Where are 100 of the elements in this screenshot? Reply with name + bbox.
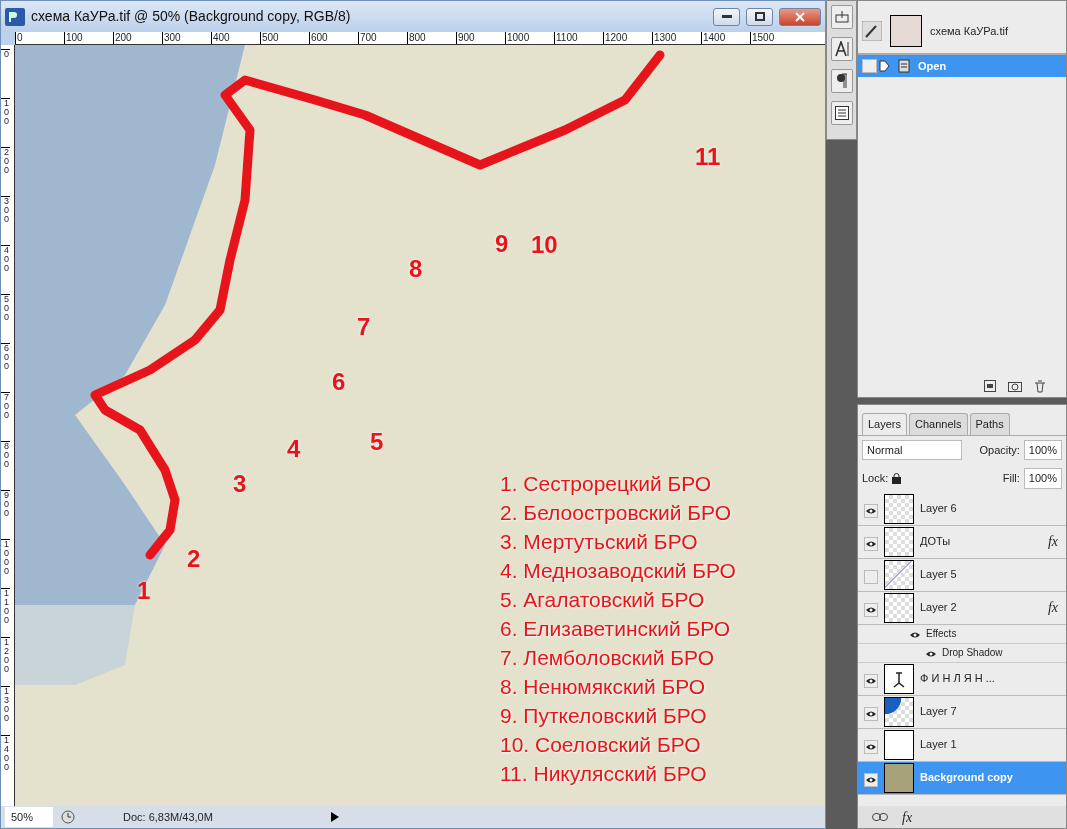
snapshot-thumbnail[interactable] <box>890 15 922 47</box>
effect-row[interactable]: Drop Shadow <box>858 643 1066 663</box>
opacity-field[interactable]: 100% <box>1023 439 1062 460</box>
snapshot-name[interactable]: схема КаУРа.tif <box>930 22 1008 40</box>
eye-icon[interactable] <box>864 671 878 686</box>
document-icon <box>898 59 912 73</box>
layer-thumbnail <box>884 729 914 760</box>
ruler-label: 100 <box>64 32 113 44</box>
ruler-label: 800 <box>1 441 10 490</box>
ruler-label: 1100 <box>554 32 603 44</box>
layer-name: Ф И Н Л Я Н ... <box>920 671 996 687</box>
ruler-label: 800 <box>407 32 456 44</box>
trash-icon[interactable] <box>1034 380 1046 393</box>
layer-name: Layer 7 <box>920 704 958 720</box>
layer-thumbnail <box>884 559 914 590</box>
legend-item: 5. Агалатовский БРО <box>500 587 706 613</box>
ruler-label: 500 <box>260 32 309 44</box>
link-icon[interactable] <box>872 813 888 821</box>
map-number-label: 1 <box>137 579 151 603</box>
effect-row[interactable]: Effects <box>858 624 1066 644</box>
ruler-label: 600 <box>1 343 10 392</box>
layer-name: ДОТы <box>920 534 952 550</box>
layer-row[interactable]: Layer 6 <box>858 492 1066 526</box>
window-title: схема КаУРа.tif @ 50% (Background copy, RGB/8) <box>31 7 352 26</box>
panel-tab[interactable]: Layers <box>862 413 908 435</box>
clock-icon <box>61 810 75 824</box>
layer-thumbnail <box>884 592 914 623</box>
ruler-label: 1500 <box>750 32 799 44</box>
ruler-label: 300 <box>162 32 211 44</box>
legend-item: 11. Никулясский БРО <box>500 761 708 787</box>
ruler-label: 300 <box>1 196 10 245</box>
layer-row[interactable]: Layer 1 <box>858 728 1066 762</box>
ruler-label: 900 <box>1 490 10 539</box>
eye-icon[interactable] <box>864 534 878 549</box>
layer-row[interactable]: Layer 7 <box>858 695 1066 729</box>
paragraph-icon[interactable] <box>830 69 853 93</box>
maximize-icon <box>754 12 765 21</box>
layer-thumbnail <box>884 696 914 727</box>
layer-name: Layer 1 <box>920 737 958 753</box>
ruler-label: 1400 <box>1 735 10 784</box>
panel-icon[interactable] <box>830 101 853 125</box>
app-icon <box>5 7 25 26</box>
map-number-label: 8 <box>409 257 423 281</box>
camera-icon[interactable] <box>1008 380 1022 392</box>
eye-icon[interactable] <box>864 600 878 615</box>
play-arrow-icon[interactable] <box>331 812 339 822</box>
layer-thumbnail <box>884 526 914 557</box>
history-marker-icon[interactable] <box>862 59 892 73</box>
eye-icon[interactable] <box>864 704 878 719</box>
ruler-label: 1400 <box>701 32 750 44</box>
ruler-label: 0 <box>1 49 10 98</box>
layer-row[interactable]: Layer 5 <box>858 558 1066 592</box>
effect-name: Drop Shadow <box>942 646 1003 660</box>
ruler-label: 900 <box>456 32 505 44</box>
layer-row[interactable]: Ф И Н Л Я Н ... <box>858 662 1066 696</box>
ruler-label: 1100 <box>1 588 10 637</box>
map-number-label: 10 <box>531 233 558 257</box>
ruler-label: 700 <box>358 32 407 44</box>
eye-icon[interactable] <box>864 770 878 785</box>
blend-mode-dropdown[interactable]: Normal <box>862 439 962 460</box>
map-number-label: 3 <box>233 472 247 496</box>
map-number-label: 7 <box>357 315 371 339</box>
minimize-button[interactable] <box>713 7 740 26</box>
close-button[interactable] <box>779 7 821 26</box>
panel-tab[interactable]: Channels <box>909 413 968 435</box>
new-document-icon[interactable] <box>984 380 996 392</box>
effect-name: Effects <box>926 627 957 641</box>
maximize-button[interactable] <box>746 7 773 26</box>
fx-button[interactable]: fx <box>902 806 913 828</box>
ruler-label: 500 <box>1 294 10 343</box>
effects-label: fx <box>1047 533 1058 551</box>
layer-name: Layer 2 <box>920 600 958 616</box>
legend-item: 7. Лемболовский БРО <box>500 645 715 671</box>
fill-field[interactable]: 100% <box>1023 468 1062 489</box>
layer-row[interactable]: ДОТы fx <box>858 525 1066 559</box>
ruler-label: 600 <box>309 32 358 44</box>
eye-icon[interactable] <box>864 501 878 516</box>
panel-tab[interactable]: Paths <box>969 413 1010 435</box>
layer-thumbnail <box>884 762 914 793</box>
map-number-label: 9 <box>495 232 509 256</box>
legend-item: 8. Ненюмякский БРО <box>500 674 707 700</box>
eye-icon[interactable] <box>864 737 878 752</box>
map-number-label: 11 <box>695 145 721 169</box>
ruler-label: 200 <box>1 147 10 196</box>
ruler-label: 0 <box>15 32 64 44</box>
document-size-text: Doc: 6,83M/43,0M <box>123 809 214 825</box>
ruler-label: 100 <box>1 98 10 147</box>
ruler-label: 400 <box>211 32 260 44</box>
lock-icon[interactable] <box>892 472 902 484</box>
layer-row[interactable]: Layer 2 fx <box>858 591 1066 625</box>
zoom-field[interactable]: 50% <box>5 806 53 828</box>
minimize-icon <box>721 14 732 19</box>
ruler-label: 1200 <box>1 637 10 686</box>
opacity-label: Opacity: <box>979 442 1020 458</box>
legend-item: 6. Елизаветинский БРО <box>500 616 732 642</box>
map-number-label: 5 <box>370 430 384 454</box>
layer-name: Layer 5 <box>920 567 958 583</box>
character-icon[interactable] <box>830 37 853 61</box>
close-icon <box>795 11 805 22</box>
ruler-label: 1000 <box>1 539 10 588</box>
